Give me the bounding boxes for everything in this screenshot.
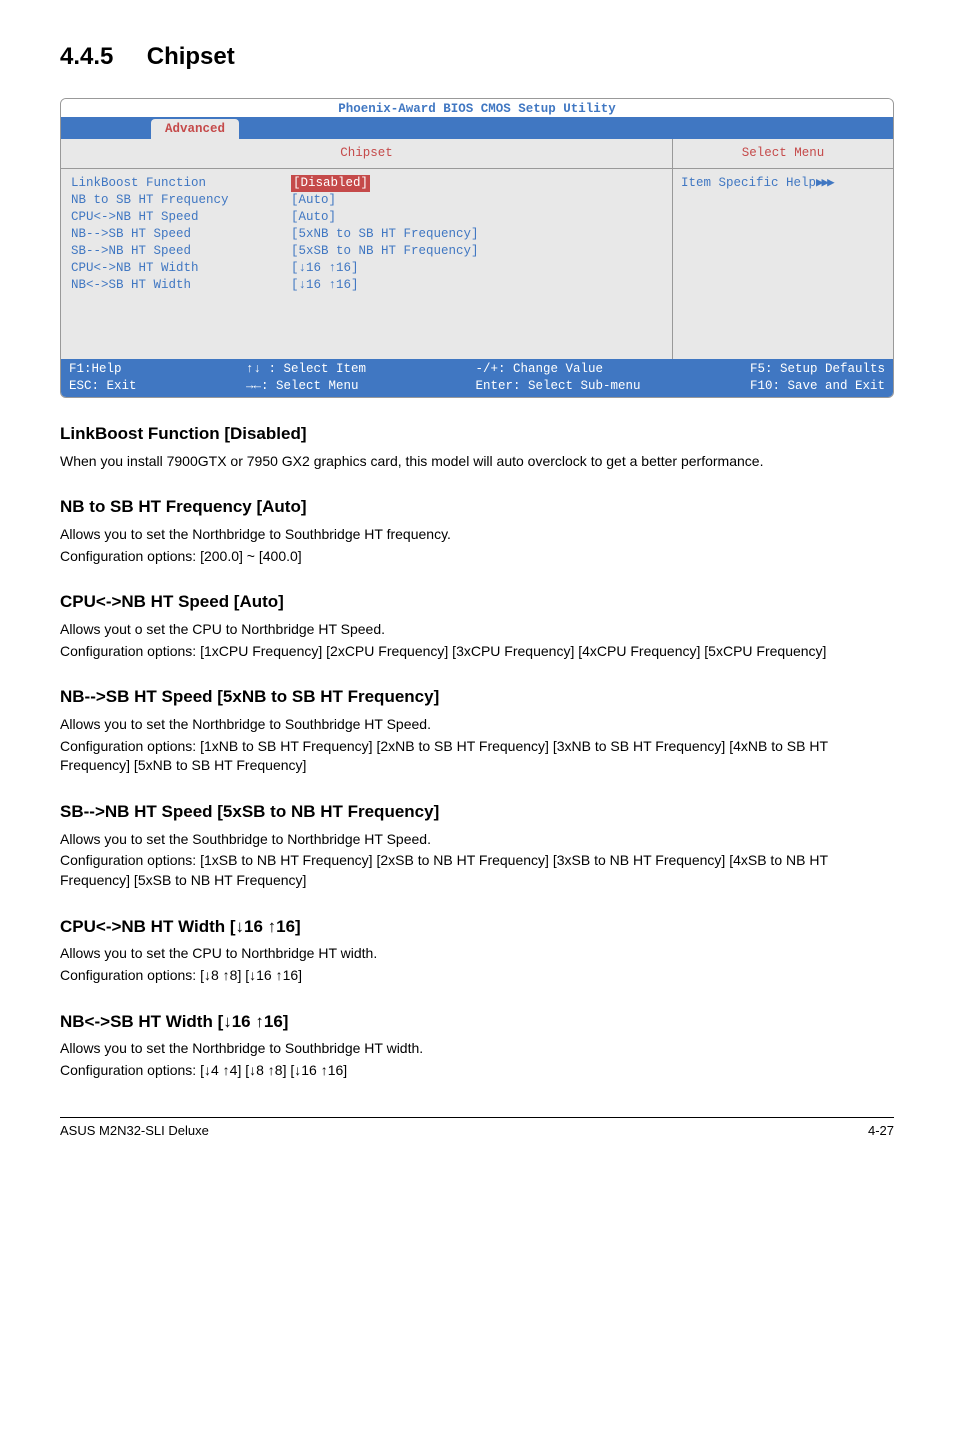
triangle-right-icon: ▶▶▶ xyxy=(816,176,833,190)
item-body: Configuration options: [1xCPU Frequency]… xyxy=(60,642,894,662)
item-heading: NB<->SB HT Width [↓16 ↑16] xyxy=(60,1010,894,1034)
bios-hint-change: -/+: Change Value xyxy=(475,362,603,376)
bios-row-label[interactable]: NB to SB HT Frequency xyxy=(71,193,229,207)
bios-row-label[interactable]: CPU<->NB HT Speed xyxy=(71,210,199,224)
bios-hint-f5: F5: Setup Defaults xyxy=(750,362,885,376)
item-body: Configuration options: [1xSB to NB HT Fr… xyxy=(60,851,894,890)
bios-footer-col: F1:Help ESC: Exit xyxy=(69,361,137,395)
item-body: Allows yout o set the CPU to Northbridge… xyxy=(60,620,894,640)
bios-footer-col: -/+: Change Value Enter: Select Sub-menu xyxy=(475,361,640,395)
bios-row-value[interactable]: [Auto] xyxy=(291,210,336,224)
item-body: Allows you to set the Southbridge to Nor… xyxy=(60,830,894,850)
item-heading: CPU<->NB HT Width [↓16 ↑16] xyxy=(60,915,894,939)
bios-panel-title: Chipset xyxy=(61,139,672,169)
bios-hint-select-item: ↑↓ : Select Item xyxy=(246,362,366,376)
section-heading: 4.4.5 Chipset xyxy=(60,40,894,74)
section-title-text: Chipset xyxy=(147,43,235,70)
bios-setting-values: [Disabled] [Auto] [Auto] [5xNB to SB HT … xyxy=(291,175,664,351)
bios-hint-select-menu: →←: Select Menu xyxy=(246,379,359,393)
bios-right-title: Select Menu xyxy=(673,139,893,169)
bios-left-panel: Chipset LinkBoost Function NB to SB HT F… xyxy=(61,139,673,359)
item-heading: CPU<->NB HT Speed [Auto] xyxy=(60,590,894,614)
bios-footer-col: F5: Setup Defaults F10: Save and Exit xyxy=(750,361,885,395)
bios-right-panel: Select Menu Item Specific Help▶▶▶ xyxy=(673,139,893,359)
bios-row-label[interactable]: LinkBoost Function xyxy=(71,176,206,190)
bios-row-value[interactable]: [5xSB to NB HT Frequency] xyxy=(291,244,479,258)
item-body: Configuration options: [↓8 ↑8] [↓16 ↑16] xyxy=(60,966,894,986)
item-body: Allows you to set the Northbridge to Sou… xyxy=(60,1039,894,1059)
bios-footer: F1:Help ESC: Exit ↑↓ : Select Item →←: S… xyxy=(61,359,893,397)
item-body: Configuration options: [200.0] ~ [400.0] xyxy=(60,547,894,567)
bios-row-value[interactable]: [↓16 ↑16] xyxy=(291,261,359,275)
item-heading: NB-->SB HT Speed [5xNB to SB HT Frequenc… xyxy=(60,685,894,709)
bios-row-label[interactable]: CPU<->NB HT Width xyxy=(71,261,199,275)
bios-settings-list: LinkBoost Function NB to SB HT Frequency… xyxy=(61,169,672,359)
bios-hint-esc: ESC: Exit xyxy=(69,379,137,393)
bios-row-label[interactable]: SB-->NB HT Speed xyxy=(71,244,191,258)
bios-menu-bar: Advanced xyxy=(61,117,893,139)
item-body: Configuration options: [1xNB to SB HT Fr… xyxy=(60,737,894,776)
item-body: Configuration options: [↓4 ↑4] [↓8 ↑8] [… xyxy=(60,1061,894,1081)
bios-row-value-selected[interactable]: [Disabled] xyxy=(291,175,370,192)
item-body: Allows you to set the CPU to Northbridge… xyxy=(60,944,894,964)
bios-hint-f10: F10: Save and Exit xyxy=(750,379,885,393)
footer-page-number: 4-27 xyxy=(868,1122,894,1140)
bios-help-text: Item Specific Help xyxy=(681,176,816,190)
item-heading: NB to SB HT Frequency [Auto] xyxy=(60,495,894,519)
page-footer: ASUS M2N32-SLI Deluxe 4-27 xyxy=(60,1117,894,1140)
settings-descriptions: LinkBoost Function [Disabled] When you i… xyxy=(60,422,894,1080)
bios-row-label[interactable]: NB-->SB HT Speed xyxy=(71,227,191,241)
bios-row-value[interactable]: [Auto] xyxy=(291,193,336,207)
bios-row-label[interactable]: NB<->SB HT Width xyxy=(71,278,191,292)
section-number: 4.4.5 xyxy=(60,43,113,70)
bios-screen: Phoenix-Award BIOS CMOS Setup Utility Ad… xyxy=(60,98,894,399)
bios-setting-labels: LinkBoost Function NB to SB HT Frequency… xyxy=(71,175,291,351)
bios-header: Phoenix-Award BIOS CMOS Setup Utility xyxy=(61,99,893,118)
bios-row-value[interactable]: [5xNB to SB HT Frequency] xyxy=(291,227,479,241)
item-heading: SB-->NB HT Speed [5xSB to NB HT Frequenc… xyxy=(60,800,894,824)
bios-footer-col: ↑↓ : Select Item →←: Select Menu xyxy=(246,361,366,395)
item-body: Allows you to set the Northbridge to Sou… xyxy=(60,525,894,545)
bios-row-value[interactable]: [↓16 ↑16] xyxy=(291,278,359,292)
bios-hint-f1: F1:Help xyxy=(69,362,122,376)
item-body: Allows you to set the Northbridge to Sou… xyxy=(60,715,894,735)
footer-product: ASUS M2N32-SLI Deluxe xyxy=(60,1122,209,1140)
item-heading: LinkBoost Function [Disabled] xyxy=(60,422,894,446)
item-body: When you install 7900GTX or 7950 GX2 gra… xyxy=(60,452,894,472)
bios-hint-enter: Enter: Select Sub-menu xyxy=(475,379,640,393)
bios-tab-advanced[interactable]: Advanced xyxy=(151,119,239,140)
